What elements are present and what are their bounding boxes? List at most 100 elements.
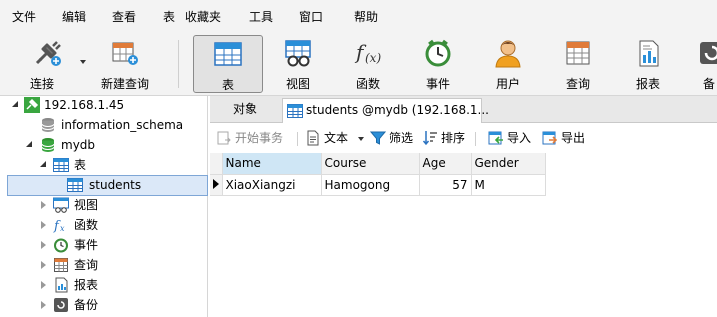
view-label: 视图 xyxy=(285,77,310,91)
queries-label: 查询 xyxy=(74,258,99,272)
information-schema-label: information_schema xyxy=(61,118,184,132)
table-icon xyxy=(67,178,83,192)
menu-view[interactable]: 查看 xyxy=(112,10,136,24)
row-header-corner xyxy=(210,153,223,175)
tab-objects-label: 对象 xyxy=(232,102,257,116)
function-label: 函数 xyxy=(355,77,380,91)
connect-label: 连接 xyxy=(29,77,54,91)
cell-name[interactable]: XiaoXiangzi xyxy=(222,174,322,196)
table-icon xyxy=(287,104,303,118)
expand-toggle-icon[interactable] xyxy=(41,281,46,289)
expand-toggle-icon[interactable] xyxy=(41,241,46,249)
backup-label: 备 xyxy=(703,77,716,91)
toolbar-separator xyxy=(178,40,179,88)
tree-node-connection[interactable]: 192.168.1.45 xyxy=(0,96,208,116)
table-label: 表 xyxy=(221,78,234,92)
connection-label: 192.168.1.45 xyxy=(44,98,125,112)
chevron-down-icon[interactable] xyxy=(358,137,364,141)
expand-toggle-icon[interactable] xyxy=(41,221,46,229)
menu-table[interactable]: 表 xyxy=(163,10,175,24)
table-header-row: Name Course Age Gender xyxy=(210,153,546,175)
expand-toggle-icon[interactable] xyxy=(41,301,46,309)
cell-course[interactable]: Hamogong xyxy=(321,174,420,196)
expand-toggle-icon[interactable] xyxy=(26,141,32,147)
events-label: 事件 xyxy=(74,238,99,252)
tree-node-backups[interactable]: 备份 xyxy=(0,296,208,316)
tree-node-students[interactable]: students xyxy=(7,175,208,196)
expand-toggle-icon[interactable] xyxy=(40,161,46,167)
expand-toggle-icon[interactable] xyxy=(41,201,46,209)
new-query-button[interactable]: 新建查询 xyxy=(95,34,155,94)
tree-node-events[interactable]: 事件 xyxy=(0,236,208,256)
table-row[interactable]: XiaoXiangzi Hamogong 57 M xyxy=(210,174,546,196)
tree-node-views[interactable]: 视图 xyxy=(0,196,208,216)
text-label: 文本 xyxy=(324,131,349,145)
text-button[interactable]: 文本 xyxy=(305,130,365,148)
menu-edit[interactable]: 编辑 xyxy=(62,10,86,24)
column-header-gender[interactable]: Gender xyxy=(471,153,546,175)
new-query-icon xyxy=(112,42,138,65)
export-button[interactable]: 导出 xyxy=(542,130,592,148)
user-button[interactable]: 用户 xyxy=(478,34,538,94)
tree-node-mydb[interactable]: mydb xyxy=(0,136,208,156)
toolbar-separator xyxy=(297,132,298,146)
row-pointer-icon[interactable] xyxy=(210,174,223,196)
begin-transaction-label: 开始事务 xyxy=(235,131,284,145)
toolbar-separator xyxy=(475,132,476,146)
filter-label: 筛选 xyxy=(389,131,414,145)
backup-icon xyxy=(54,298,68,312)
expand-toggle-icon[interactable] xyxy=(41,261,46,269)
menu-window[interactable]: 窗口 xyxy=(299,10,323,24)
view-icon xyxy=(53,197,69,213)
user-label: 用户 xyxy=(495,77,520,91)
backups-label: 备份 xyxy=(74,298,99,312)
begin-transaction-button[interactable]: 开始事务 xyxy=(216,130,294,148)
tab-bar: 对象 students @mydb (192.168.1... xyxy=(210,96,717,123)
tree-node-reports[interactable]: 报表 xyxy=(0,276,208,296)
tab-objects[interactable]: 对象 xyxy=(210,98,280,123)
svg-text:x: x xyxy=(60,224,65,233)
menu-tools[interactable]: 工具 xyxy=(249,10,273,24)
sort-button[interactable]: 排序 xyxy=(422,130,468,148)
tree-node-tables[interactable]: 表 xyxy=(0,156,208,176)
report-button[interactable]: 报表 xyxy=(618,34,678,94)
chevron-down-icon[interactable] xyxy=(80,60,86,64)
expand-toggle-icon[interactable] xyxy=(12,101,18,107)
clock-icon xyxy=(425,39,451,67)
filter-icon xyxy=(370,131,386,145)
transaction-icon xyxy=(217,131,231,145)
menu-help[interactable]: 帮助 xyxy=(354,10,378,24)
column-header-name[interactable]: Name xyxy=(222,153,322,175)
menu-favorites[interactable]: 收藏夹 xyxy=(185,10,221,24)
table-button[interactable]: 表 xyxy=(193,35,263,93)
reports-label: 报表 xyxy=(74,278,99,292)
column-header-course[interactable]: Course xyxy=(321,153,420,175)
user-icon xyxy=(495,40,521,68)
view-button[interactable]: 视图 xyxy=(268,34,328,94)
data-table: Name Course Age Gender XiaoXiangzi Hamog… xyxy=(210,153,546,196)
import-button[interactable]: 导入 xyxy=(488,130,536,148)
menu-file[interactable]: 文件 xyxy=(12,10,36,24)
query-icon xyxy=(54,258,68,272)
backup-button[interactable]: 备 xyxy=(688,34,717,94)
tree-node-functions[interactable]: f x 函数 xyxy=(0,216,208,236)
svg-text:(x): (x) xyxy=(365,51,381,65)
connect-button[interactable]: 连接 xyxy=(18,34,86,94)
export-label: 导出 xyxy=(561,131,586,145)
filter-button[interactable]: 筛选 xyxy=(370,130,416,148)
tree-node-queries[interactable]: 查询 xyxy=(0,256,208,276)
cell-gender[interactable]: M xyxy=(471,174,546,196)
tab-students[interactable]: students @mydb (192.168.1... xyxy=(282,98,489,123)
event-button[interactable]: 事件 xyxy=(408,34,468,94)
tab-students-label: students @mydb (192.168.1... xyxy=(306,103,489,117)
table-icon xyxy=(53,158,69,172)
column-header-age[interactable]: Age xyxy=(419,153,472,175)
query-button[interactable]: 查询 xyxy=(548,34,608,94)
query-label: 查询 xyxy=(565,77,590,91)
data-grid: Name Course Age Gender XiaoXiangzi Hamog… xyxy=(210,153,717,317)
function-button[interactable]: f (x) 函数 xyxy=(338,34,398,94)
cell-age[interactable]: 57 xyxy=(419,174,472,196)
tree-node-information-schema[interactable]: information_schema xyxy=(0,116,208,136)
tables-label: 表 xyxy=(74,158,87,172)
plug-icon xyxy=(35,41,61,66)
